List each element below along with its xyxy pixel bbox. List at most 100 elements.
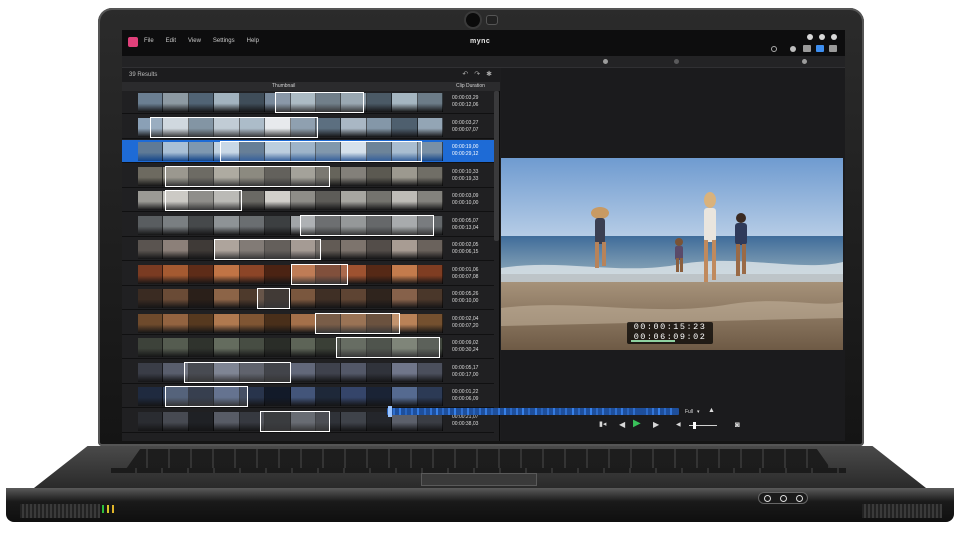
thumbnail-frame [392, 387, 418, 406]
clip-range-highlight[interactable] [220, 141, 422, 162]
results-scrollbar[interactable] [494, 91, 499, 241]
thumbnail-frame [366, 362, 393, 382]
clip-row[interactable]: 00:00:02,04 00:00:07,20 [122, 311, 494, 335]
clip-range-highlight[interactable] [314, 312, 401, 334]
clip-row[interactable]: 00:00:19,00 00:00:29,12 [122, 140, 494, 163]
clip-duration: 00:00:05,26 00:00:10,00 [452, 291, 478, 305]
thumbnail-frame [315, 387, 342, 406]
gear-icon[interactable] [790, 45, 796, 52]
thumbnail-frame [214, 215, 240, 235]
clip-range-highlight[interactable] [214, 239, 321, 260]
column-clip-duration[interactable]: Clip Duration [456, 83, 485, 89]
menu-view[interactable]: View [188, 38, 201, 44]
settings-icon[interactable]: ✱ [486, 71, 492, 78]
volume-icon[interactable]: ◀ [676, 421, 681, 429]
clip-range-highlight[interactable] [165, 165, 331, 187]
thumbnail-frame [417, 93, 443, 112]
timeline-marker [602, 408, 604, 415]
app-brand: mync [470, 38, 491, 45]
mark-frame-icon[interactable]: ▮◂ [599, 421, 606, 429]
step-forward-icon[interactable]: ▶ [653, 421, 659, 429]
clip-row[interactable]: 00:00:09,02 00:00:30,24 [122, 336, 494, 359]
timeline-marker [424, 408, 426, 415]
timeline-marker [572, 408, 574, 415]
viewer-right-dot-icon[interactable] [802, 59, 807, 64]
timeline-marker [541, 408, 543, 415]
step-back-icon[interactable]: ◀ [619, 421, 625, 429]
maximize-icon[interactable] [819, 34, 825, 40]
clip-duration: 00:00:09,02 00:00:30,24 [452, 340, 478, 354]
menu-edit[interactable]: Edit [166, 38, 176, 44]
thumbnail-frame [341, 240, 367, 259]
clip-range-highlight[interactable] [165, 386, 248, 407]
clip-row[interactable]: 00:00:03,29 00:00:12,06 [122, 91, 494, 114]
column-thumbnail[interactable]: Thumbnail [272, 83, 295, 89]
clip-row[interactable]: 00:00:01,22 00:00:06,09 [122, 385, 494, 408]
clip-row[interactable]: 00:00:02,05 00:00:06,15 [122, 238, 494, 261]
port-icon [795, 494, 803, 502]
snapshot-icon[interactable]: ◙ [735, 421, 740, 429]
thumbnail-frame [138, 338, 164, 357]
clip-range-highlight[interactable] [336, 337, 440, 358]
clip-range-highlight[interactable] [260, 410, 331, 432]
play-icon[interactable]: ▶ [633, 419, 641, 429]
thumbnail-frame [290, 387, 316, 406]
clip-duration: 00:00:03,27 00:00:07,07 [452, 120, 478, 134]
list-view-icon[interactable] [803, 45, 811, 52]
timeline-marker [664, 408, 666, 415]
clip-total-time: 00:00:07,20 [452, 322, 479, 329]
clip-range-highlight[interactable] [290, 263, 349, 285]
menu-file[interactable]: File [144, 38, 154, 44]
clip-row[interactable]: 00:00:03,27 00:00:07,07 [122, 115, 494, 139]
grid-view-icon[interactable] [829, 45, 837, 52]
clip-range-highlight[interactable] [299, 214, 434, 236]
search-icon[interactable] [771, 45, 777, 52]
thumbnail-frame [341, 117, 367, 137]
timeline-marker [609, 408, 611, 415]
clip-row[interactable]: 00:00:05,26 00:00:10,00 [122, 287, 494, 310]
timeline-marker [627, 408, 629, 415]
thumbnail-frame [188, 264, 215, 284]
thumbnail-frame [366, 166, 393, 186]
minimize-icon[interactable] [807, 34, 813, 40]
app-logo-icon[interactable] [128, 37, 138, 47]
collapse-icon[interactable]: ▲ [708, 407, 715, 414]
clip-row[interactable]: 00:00:01,06 00:00:07,08 [122, 262, 494, 286]
undo-icon[interactable]: ↶ [462, 71, 468, 78]
close-icon[interactable] [831, 34, 837, 40]
thumbnail-frame [417, 191, 443, 210]
thumbnail-frame [138, 264, 164, 284]
clip-in-time: 00:00:05,26 [452, 291, 479, 297]
clip-range-highlight[interactable] [183, 361, 291, 383]
thumbnail-frame [290, 338, 316, 357]
thumbnail-strip[interactable] [138, 289, 443, 308]
thumbnail-frame [188, 93, 215, 112]
filmstrip-view-icon[interactable] [816, 45, 824, 52]
menu-bar: File Edit View Settings Help [144, 38, 259, 44]
clip-row[interactable]: 00:00:05,07 00:00:13,04 [122, 213, 494, 237]
redo-icon[interactable]: ↷ [474, 71, 480, 78]
clip-row[interactable]: 00:00:05,17 00:00:17,00 [122, 360, 494, 384]
clip-row[interactable]: 00:00:03,09 00:00:10,00 [122, 189, 494, 212]
volume-knob[interactable] [693, 422, 696, 429]
clip-total-time: 00:00:29,12 [452, 151, 479, 157]
zoom-dropdown-icon[interactable]: ▾ [697, 409, 700, 415]
thumbnail-frame [366, 191, 393, 210]
clip-range-highlight[interactable] [150, 116, 318, 138]
thumbnail-frame [214, 313, 240, 333]
clip-row[interactable]: 00:00:10,33 00:00:19,33 [122, 164, 494, 188]
clip-total-time: 00:00:07,07 [452, 126, 479, 133]
clip-total-time: 00:00:13,04 [452, 224, 479, 231]
viewer-center-handle-icon[interactable] [674, 59, 679, 64]
clip-range-highlight[interactable] [256, 288, 291, 309]
results-panel: 39 Results ↶ ↷ ✱ Thumbnail Clip Duration… [122, 68, 500, 441]
zoom-fit-label[interactable]: Full [685, 409, 693, 415]
menu-help[interactable]: Help [247, 38, 259, 44]
timeline-playhead[interactable] [388, 406, 392, 417]
clip-range-highlight[interactable] [165, 190, 242, 211]
viewer-left-dot-icon[interactable] [603, 59, 608, 64]
video-preview[interactable]: 00:00:15:23 00:06:09:02 [501, 158, 843, 350]
timeline-track[interactable] [387, 408, 679, 415]
menu-settings[interactable]: Settings [213, 38, 235, 44]
clip-range-highlight[interactable] [275, 92, 364, 113]
